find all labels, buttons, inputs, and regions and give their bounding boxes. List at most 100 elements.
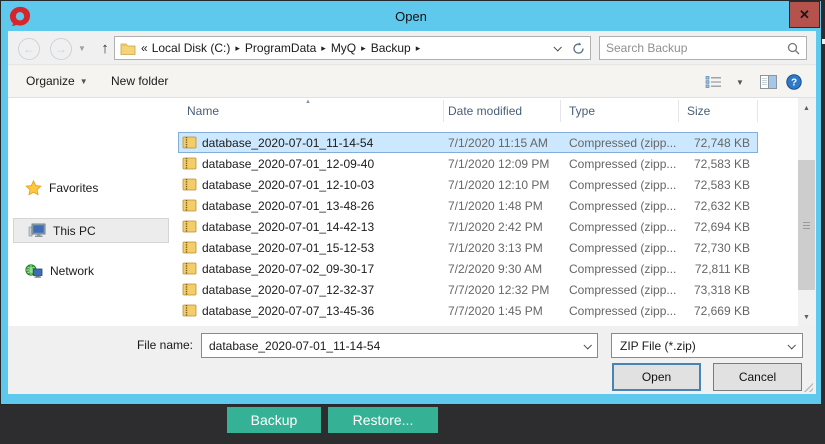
file-date: 7/1/2020 1:48 PM	[444, 199, 561, 213]
zip-file-icon	[182, 136, 197, 149]
dialog-title: Open	[395, 9, 427, 24]
column-header-name[interactable]: Name	[178, 100, 444, 122]
file-type: Compressed (zipp...	[561, 283, 679, 297]
file-row[interactable]: database_2020-07-01_12-10-03 7/1/2020 12…	[178, 174, 758, 195]
close-button[interactable]: ✕	[789, 1, 820, 28]
organize-dropdown-icon: ▼	[80, 77, 88, 86]
file-type: Compressed (zipp...	[561, 262, 679, 276]
zip-file-icon	[182, 304, 197, 317]
column-header-row: Name Date modified Type Size	[178, 100, 758, 122]
file-size: 72,669 KB	[679, 304, 758, 318]
screen: Backup Restore... Open ✕ ← → ▼ ↑	[0, 0, 825, 444]
places-sidebar: Favorites This PC	[8, 98, 178, 326]
file-date: 7/1/2020 2:42 PM	[444, 220, 561, 234]
cancel-button[interactable]: Cancel	[713, 363, 802, 391]
scrollbar-thumb[interactable]	[798, 160, 815, 290]
file-name: database_2020-07-02_09-30-17	[202, 262, 374, 276]
navigation-bar: ← → ▼ ↑ « Local Disk (C:) ▸ ProgramData	[8, 31, 816, 65]
file-type: Compressed (zipp...	[561, 178, 679, 192]
restore-button[interactable]: Restore...	[328, 407, 438, 433]
zip-file-icon	[182, 262, 197, 275]
open-dialog: Open ✕ ← → ▼ ↑ « Local Disk	[0, 0, 822, 405]
sidebar-item-favorites[interactable]: Favorites	[25, 177, 98, 199]
file-date: 7/7/2020 1:45 PM	[444, 304, 561, 318]
file-type-select[interactable]: ZIP File (*.zip)	[611, 333, 803, 358]
forward-arrow-icon: →	[55, 42, 67, 56]
resize-grip[interactable]	[803, 382, 813, 392]
file-date: 7/1/2020 3:13 PM	[444, 241, 561, 255]
breadcrumb-item-myq[interactable]: MyQ	[329, 41, 358, 55]
breadcrumb-item-programdata[interactable]: ProgramData	[243, 41, 318, 55]
file-name: database_2020-07-01_14-42-13	[202, 220, 374, 234]
scrollbar-grip	[803, 225, 810, 226]
folder-icon	[120, 42, 136, 55]
recent-locations-dropdown-icon[interactable]: ▼	[78, 44, 86, 53]
file-date: 7/2/2020 9:30 AM	[444, 262, 561, 276]
sidebar-item-network[interactable]: Network	[25, 260, 94, 282]
sidebar-item-label: Network	[50, 264, 94, 278]
file-name: database_2020-07-01_11-14-54	[202, 136, 373, 150]
column-header-size[interactable]: Size	[679, 100, 758, 122]
back-arrow-icon: ←	[23, 42, 35, 56]
breadcrumb-overflow[interactable]: «	[141, 41, 148, 55]
breadcrumb-item-backup[interactable]: Backup	[369, 41, 413, 55]
list-scrollbar[interactable]: ▲ ▼	[798, 100, 815, 326]
zip-file-icon	[182, 241, 197, 254]
new-folder-button[interactable]: New folder	[111, 74, 168, 88]
file-row[interactable]: database_2020-07-01_12-09-40 7/1/2020 12…	[178, 153, 758, 174]
column-header-date-modified[interactable]: Date modified	[444, 100, 561, 122]
preview-pane-button[interactable]	[760, 75, 777, 89]
file-name-dropdown-icon[interactable]	[583, 341, 591, 349]
address-bar[interactable]: « Local Disk (C:) ▸ ProgramData ▸ MyQ ▸ …	[114, 36, 591, 60]
file-row[interactable]: database_2020-07-07_12-32-37 7/7/2020 12…	[178, 279, 758, 300]
organize-button[interactable]: Organize ▼	[26, 74, 88, 88]
scroll-down-icon[interactable]: ▼	[798, 309, 815, 326]
zip-file-icon	[182, 199, 197, 212]
breadcrumb-separator-icon[interactable]: ▸	[416, 43, 421, 54]
file-row[interactable]: database_2020-07-01_13-48-26 7/1/2020 1:…	[178, 195, 758, 216]
file-date: 7/1/2020 12:09 PM	[444, 157, 561, 171]
scroll-up-icon[interactable]: ▲	[798, 100, 815, 117]
file-size: 73,318 KB	[679, 283, 758, 297]
breadcrumb-separator-icon[interactable]: ▸	[361, 43, 366, 54]
file-row[interactable]: database_2020-07-02_09-30-17 7/2/2020 9:…	[178, 258, 758, 279]
search-icon[interactable]	[787, 42, 800, 55]
address-dropdown-icon[interactable]	[553, 43, 561, 51]
zip-file-icon	[182, 157, 197, 170]
help-button[interactable]: ?	[786, 74, 802, 90]
refresh-icon[interactable]	[572, 42, 585, 55]
breadcrumb-separator-icon[interactable]: ▸	[235, 43, 240, 54]
network-icon	[25, 264, 43, 279]
forward-button[interactable]: →	[50, 38, 72, 60]
file-row[interactable]: database_2020-07-07_13-45-36 7/7/2020 1:…	[178, 300, 758, 321]
file-row[interactable]: database_2020-07-01_14-42-13 7/1/2020 2:…	[178, 216, 758, 237]
backup-button[interactable]: Backup	[227, 407, 321, 433]
command-toolbar: Organize ▼ New folder ▼	[8, 66, 816, 98]
view-dropdown-icon[interactable]: ▼	[736, 78, 744, 87]
sidebar-item-this-pc[interactable]: This PC	[13, 218, 169, 243]
file-name: database_2020-07-07_13-45-36	[202, 304, 374, 318]
file-size: 72,694 KB	[679, 220, 758, 234]
file-type-value: ZIP File (*.zip)	[620, 339, 788, 353]
computer-icon	[28, 223, 46, 238]
change-view-button[interactable]	[705, 75, 722, 89]
file-name: database_2020-07-01_13-48-26	[202, 199, 374, 213]
file-name-label: File name:	[108, 338, 193, 352]
svg-text:?: ?	[791, 78, 797, 89]
organize-label: Organize	[26, 74, 75, 88]
column-header-type[interactable]: Type	[561, 100, 679, 122]
open-button[interactable]: Open	[612, 363, 701, 391]
file-name: database_2020-07-01_12-10-03	[202, 178, 374, 192]
search-input[interactable]	[606, 41, 787, 55]
back-button[interactable]: ←	[18, 38, 40, 60]
breadcrumb-separator-icon[interactable]: ▸	[321, 43, 326, 54]
file-type: Compressed (zipp...	[561, 220, 679, 234]
file-name-input[interactable]	[209, 339, 584, 353]
file-row[interactable]: database_2020-07-01_15-12-53 7/1/2020 3:…	[178, 237, 758, 258]
file-row[interactable]: database_2020-07-01_11-14-54 7/1/2020 11…	[178, 132, 758, 153]
file-name: database_2020-07-01_12-09-40	[202, 157, 374, 171]
up-button[interactable]: ↑	[95, 37, 115, 59]
file-size: 72,730 KB	[679, 241, 758, 255]
file-type: Compressed (zipp...	[561, 199, 679, 213]
breadcrumb-item-local-disk[interactable]: Local Disk (C:)	[150, 41, 233, 55]
